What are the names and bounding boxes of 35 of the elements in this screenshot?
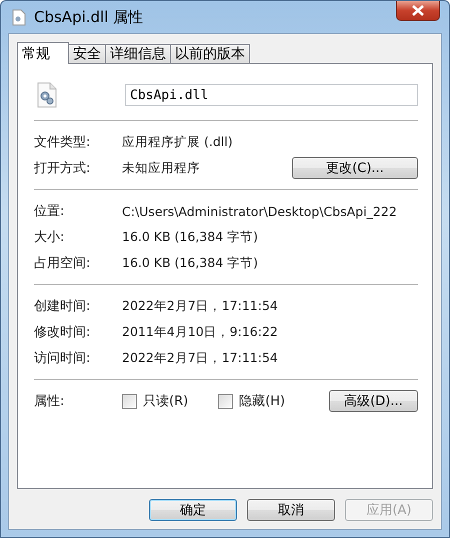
checkbox[interactable]	[122, 394, 137, 408]
tab[interactable]: 常规	[17, 42, 69, 64]
close-button[interactable]	[396, 1, 440, 21]
tab[interactable]: 安全	[68, 44, 106, 63]
field-value: 16.0 KB (16,384 字节)	[122, 254, 260, 272]
field-label: 修改时间:	[34, 324, 92, 341]
window-title: CbsApi.dll 属性	[34, 8, 144, 26]
field-value: 未知应用程序	[122, 160, 201, 176]
tab[interactable]: 以前的版本	[170, 44, 250, 63]
field-label: 大小:	[34, 229, 66, 246]
field-label: 属性:	[34, 393, 66, 410]
tab[interactable]: 详细信息	[105, 44, 171, 63]
field-label: 打开方式:	[34, 160, 92, 177]
checkbox[interactable]	[218, 394, 234, 408]
dialog-button[interactable]: 取消	[247, 499, 335, 521]
change-button[interactable]: 更改(C)...	[292, 157, 418, 179]
field-label: 占用空间:	[34, 255, 92, 272]
advanced-button[interactable]: 高级(D)...	[329, 390, 418, 412]
field-label: 文件类型:	[34, 134, 92, 151]
field-value: 2022年2月7日，17:11:54	[122, 298, 279, 314]
field-value: 2011年4月10日，9:16:22	[122, 324, 279, 340]
field-value: 16.0 KB (16,384 字节)	[122, 228, 260, 246]
field-value: 2022年2月7日，17:11:54	[122, 350, 279, 366]
field-value: C:\Users\Administrator\Desktop\CbsApi_222	[122, 204, 398, 218]
field-value: 应用程序扩展 (.dll)	[122, 134, 234, 150]
field-label: 访问时间:	[34, 350, 92, 367]
file-name-field[interactable]: CbsApi.dll	[125, 84, 418, 106]
checkbox-label: 隐藏(H)	[239, 393, 286, 410]
settings-file-icon	[37, 82, 57, 108]
checkbox-label: 只读(R)	[143, 393, 188, 410]
field-label: 创建时间:	[34, 298, 92, 315]
dialog-button[interactable]: 确定	[149, 499, 237, 521]
field-label: 位置:	[34, 203, 66, 220]
close-icon	[412, 5, 424, 16]
file-icon	[12, 8, 26, 26]
